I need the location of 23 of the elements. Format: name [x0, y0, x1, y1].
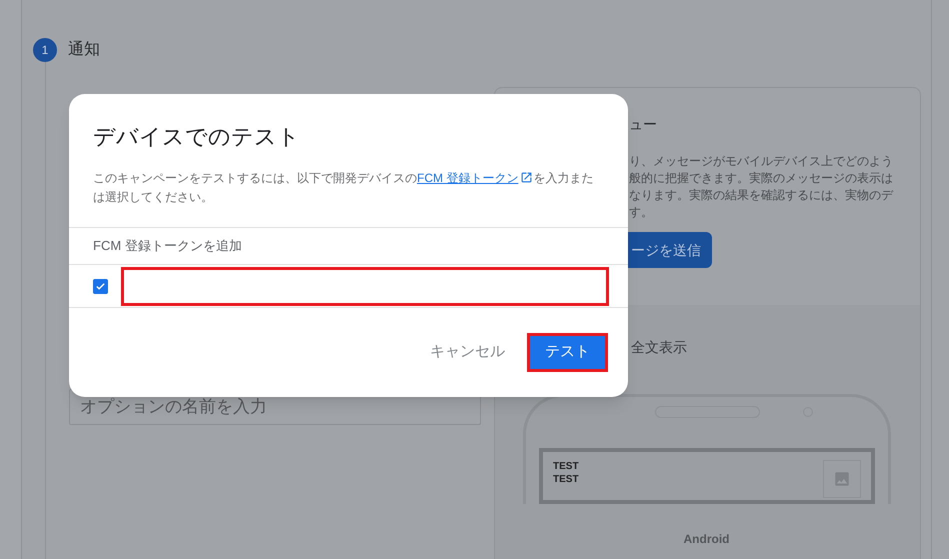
token-checkbox[interactable]: [93, 278, 108, 294]
dialog-description: このキャンペーンをテストするには、以下で開発デバイスのFCM 登録トークン を入力または選択してください。: [93, 170, 594, 206]
preview-description-line: 般的に把握できます。実際のメッセージの表示は: [629, 170, 894, 187]
step-number-badge: 1: [33, 38, 57, 62]
option-name-field[interactable]: オプションの名前を入力: [69, 389, 481, 425]
dialog-title: デバイスでのテスト: [93, 123, 301, 151]
fcm-token-link[interactable]: FCM 登録トークン: [417, 171, 534, 185]
preview-description-line: なります。実際の結果を確認するには、実物のデ: [629, 187, 894, 204]
image-placeholder-icon: [823, 460, 861, 498]
preview-heading: ュー: [629, 115, 658, 134]
full-view-label[interactable]: 全文表示: [631, 337, 920, 358]
external-link-icon: [520, 171, 534, 184]
preview-description-line: す。: [629, 204, 654, 221]
test-button[interactable]: テスト: [527, 333, 608, 372]
cancel-button[interactable]: キャンセル: [428, 341, 507, 364]
checkmark-icon: [95, 280, 106, 292]
notification-title: TEST: [553, 460, 579, 473]
platform-label: Android: [684, 531, 730, 548]
section-label: FCM 登録トークンを追加: [93, 237, 242, 256]
step-title: 通知: [68, 40, 100, 60]
token-input-field[interactable]: [121, 266, 609, 306]
notification-body: TEST: [553, 473, 579, 486]
preview-description-line: り、メッセージがモバイルデバイス上でどのよう: [629, 153, 894, 170]
